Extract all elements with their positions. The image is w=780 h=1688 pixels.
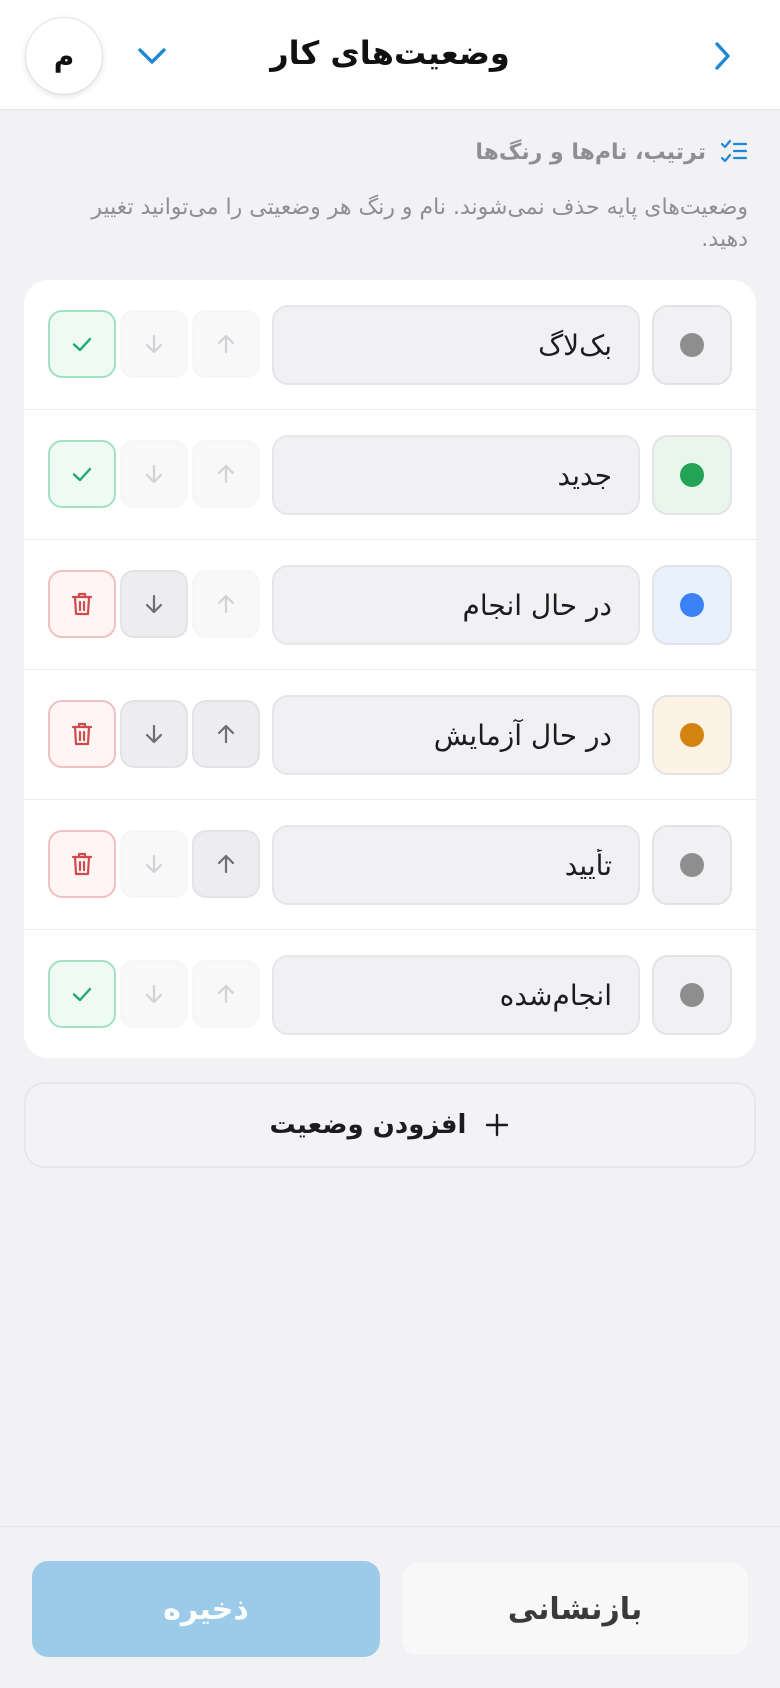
move-up-button <box>192 440 260 508</box>
arrow-down-icon <box>145 464 163 484</box>
move-down-button <box>120 310 188 378</box>
check-icon <box>72 337 92 352</box>
add-status-button[interactable]: افزودن وضعیت <box>24 1082 756 1168</box>
move-down-button <box>120 960 188 1028</box>
plus-icon <box>486 1113 509 1137</box>
avatar[interactable]: م <box>26 18 102 94</box>
section-description: وضعیت‌های پایه حذف نمی‌شوند. نام و رنگ ه… <box>91 195 748 252</box>
status-row <box>24 670 756 800</box>
move-down-button[interactable] <box>120 700 188 768</box>
section-title: ترتیب، نام‌ها و رنگ‌ها <box>475 139 706 165</box>
arrow-up-icon <box>217 334 235 354</box>
color-swatch-button[interactable] <box>652 825 732 905</box>
arrow-up-icon <box>217 594 235 614</box>
chevron-down-icon <box>138 48 166 64</box>
check-icon <box>72 987 92 1002</box>
arrow-up-icon <box>217 854 235 874</box>
status-name-input[interactable] <box>272 305 640 385</box>
check-icon <box>72 467 92 482</box>
color-dot <box>680 333 704 357</box>
move-down-button <box>120 830 188 898</box>
move-down-button <box>120 440 188 508</box>
arrow-up-icon <box>217 724 235 744</box>
arrow-down-icon <box>145 724 163 744</box>
move-up-button <box>192 310 260 378</box>
color-dot <box>680 983 704 1007</box>
top-bar: وضعیت‌های کار م <box>0 0 780 110</box>
status-row <box>24 280 756 410</box>
move-up-button[interactable] <box>192 700 260 768</box>
arrow-up-icon <box>217 464 235 484</box>
status-row <box>24 410 756 540</box>
list-check-icon <box>720 139 748 163</box>
status-row <box>24 540 756 670</box>
trash-icon <box>71 722 93 746</box>
status-name-input[interactable] <box>272 695 640 775</box>
color-swatch-button[interactable] <box>652 435 732 515</box>
arrow-up-icon <box>217 984 235 1004</box>
arrow-down-icon <box>145 984 163 1004</box>
color-dot <box>680 463 704 487</box>
color-dot <box>680 593 704 617</box>
section-header: ترتیب، نام‌ها و رنگ‌ها <box>475 136 748 168</box>
color-swatch-button[interactable] <box>652 695 732 775</box>
color-dot <box>680 723 704 747</box>
confirm-status-button[interactable] <box>48 960 116 1028</box>
arrow-down-icon <box>145 334 163 354</box>
trash-icon <box>71 592 93 616</box>
move-up-button <box>192 960 260 1028</box>
status-name-input[interactable] <box>272 435 640 515</box>
delete-status-button[interactable] <box>48 830 116 898</box>
delete-status-button[interactable] <box>48 570 116 638</box>
footer-bar: بازنشانی ذخیره <box>0 1526 780 1688</box>
add-status-label: افزودن وضعیت <box>269 1110 467 1140</box>
status-name-input[interactable] <box>272 565 640 645</box>
status-name-input[interactable] <box>272 955 640 1035</box>
confirm-status-button[interactable] <box>48 310 116 378</box>
color-dot <box>680 853 704 877</box>
trash-icon <box>71 852 93 876</box>
arrow-down-icon <box>145 854 163 874</box>
page-title: وضعیت‌های کار <box>270 34 510 72</box>
move-up-button[interactable] <box>192 830 260 898</box>
save-button[interactable]: ذخیره <box>32 1561 380 1657</box>
arrow-down-icon <box>145 594 163 614</box>
status-list <box>24 280 756 1058</box>
move-up-button <box>192 570 260 638</box>
reset-button[interactable]: بازنشانی <box>402 1563 748 1655</box>
status-name-input[interactable] <box>272 825 640 905</box>
color-swatch-button[interactable] <box>652 565 732 645</box>
project-dropdown-button[interactable] <box>130 38 174 74</box>
status-row <box>24 800 756 930</box>
move-down-button[interactable] <box>120 570 188 638</box>
confirm-status-button[interactable] <box>48 440 116 508</box>
delete-status-button[interactable] <box>48 700 116 768</box>
status-row <box>24 930 756 1058</box>
color-swatch-button[interactable] <box>652 955 732 1035</box>
color-swatch-button[interactable] <box>652 305 732 385</box>
